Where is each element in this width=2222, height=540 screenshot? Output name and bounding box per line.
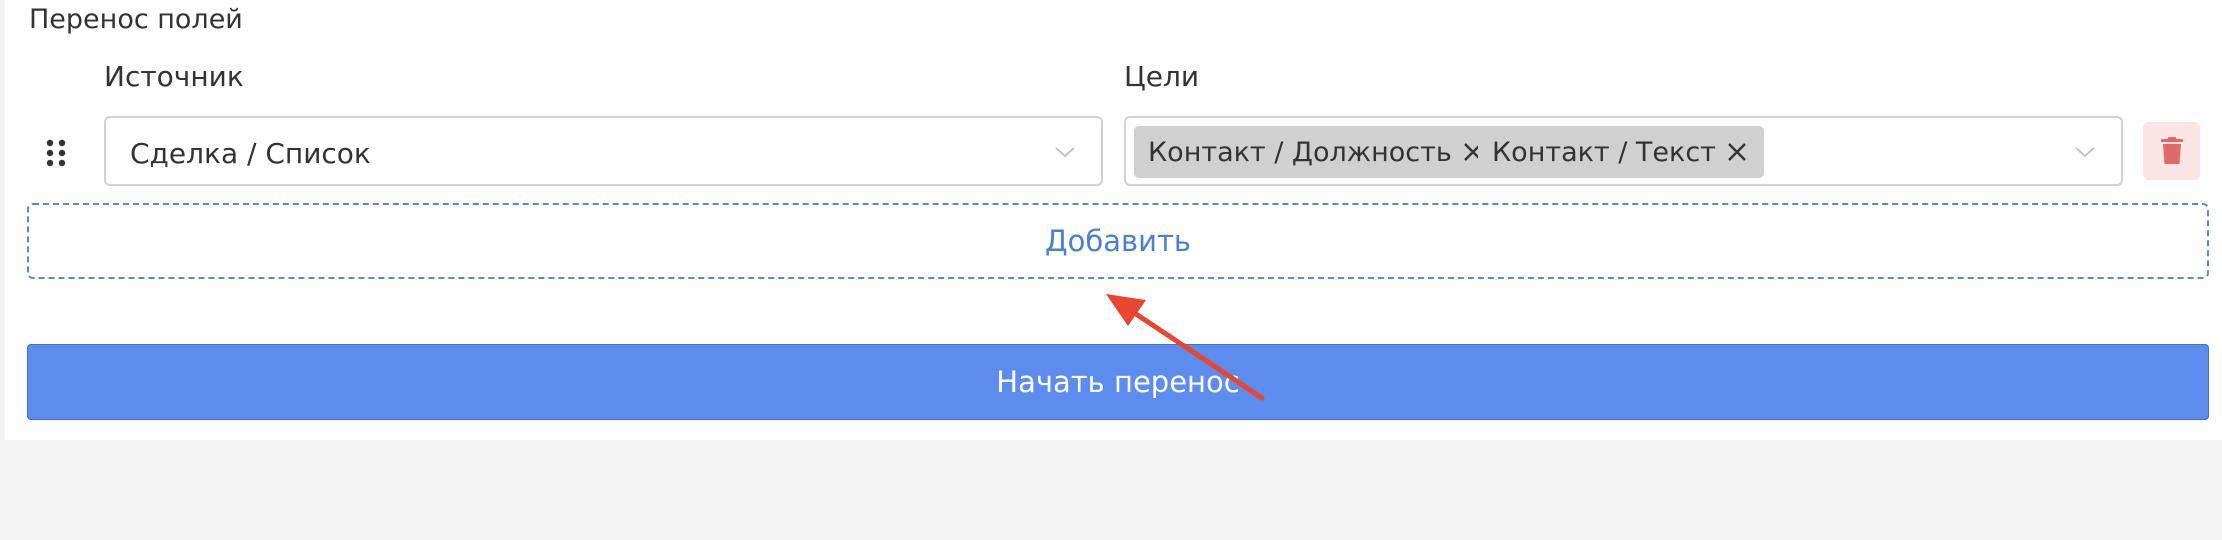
source-column-label: Источник [104, 60, 244, 93]
target-tag: Контакт / Должность [1134, 126, 1500, 178]
add-row-button[interactable]: Добавить [27, 203, 2209, 279]
field-transfer-panel: Перенос полей Источник Цели Сделка / Спи… [5, 0, 2222, 440]
chevron-down-icon [1055, 147, 1075, 158]
start-transfer-button[interactable]: Начать перенос [27, 344, 2209, 420]
source-select[interactable]: Сделка / Список [104, 116, 1103, 186]
drag-handle-icon[interactable] [45, 138, 67, 168]
close-icon[interactable] [1726, 141, 1748, 163]
targets-column-label: Цели [1124, 60, 1200, 93]
target-tag-label: Контакт / Должность [1148, 136, 1452, 168]
delete-row-button[interactable] [2143, 122, 2200, 180]
source-select-value: Сделка / Список [130, 137, 371, 170]
section-title: Перенос полей [29, 4, 243, 35]
target-tag-label: Контакт / Текст [1492, 136, 1716, 168]
chevron-down-icon [2075, 147, 2095, 158]
trash-icon [2160, 137, 2183, 164]
target-tag: Контакт / Текст [1478, 126, 1764, 178]
targets-multiselect[interactable]: Контакт / Должность Контакт / Текст [1124, 116, 2123, 186]
